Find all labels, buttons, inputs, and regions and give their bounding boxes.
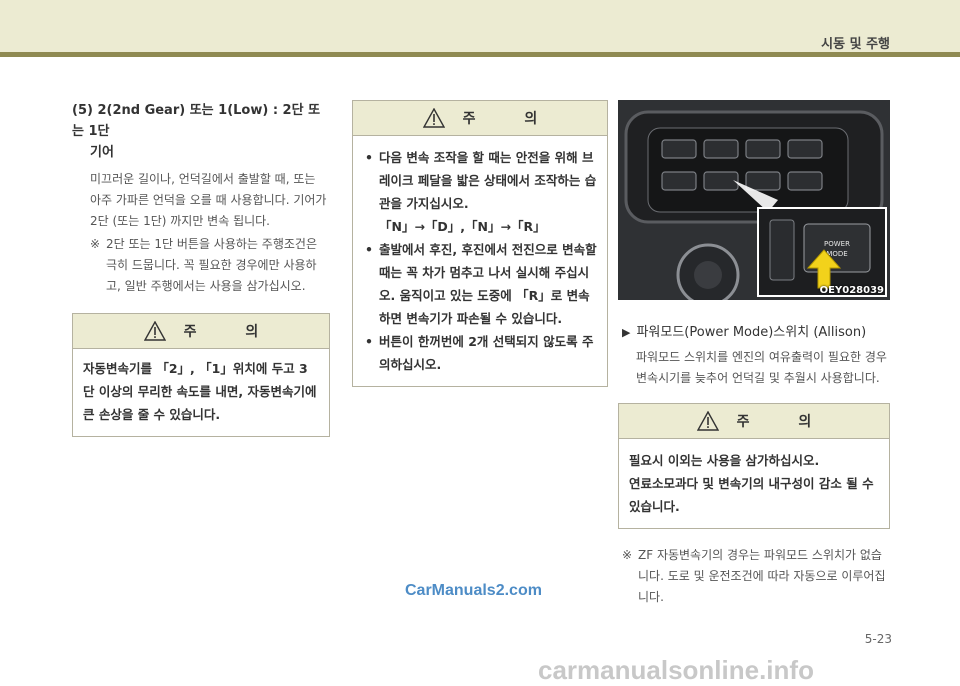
left-column: (5) 2(2nd Gear) 또는 1(Low) : 2단 또는 1단 기어 … bbox=[72, 100, 330, 437]
dashboard-photo: POWER MODE OEY028039 bbox=[618, 100, 890, 300]
note-text: 2단 또는 1단 버튼을 사용하는 주행조건은 극히 드뭅니다. 꼭 필요한 경… bbox=[106, 237, 317, 293]
header-band bbox=[0, 0, 960, 52]
subsection-title: 파워모드(Power Mode)스위치 (Allison) bbox=[636, 325, 867, 340]
warning-triangle-icon bbox=[143, 321, 166, 341]
caution-heading: 주 의 bbox=[462, 111, 560, 127]
caution-line1: 필요시 이외는 사용을 삼가하십시오. bbox=[629, 453, 820, 468]
middle-column: 주 의 다음 변속 조작을 할 때는 안전을 위해 브레이크 페달을 밟은 상태… bbox=[352, 100, 608, 387]
note-mark: ※ bbox=[90, 237, 101, 251]
photo-label: OEY028039 bbox=[819, 285, 884, 296]
chapter-title: 시동 및 주행 bbox=[821, 37, 890, 52]
right-column: POWER MODE OEY028039 ▶ 파워모드(Power Mode)스… bbox=[618, 100, 890, 608]
caution-list-item: 다음 변속 조작을 할 때는 안전을 위해 브레이크 페달을 밟은 상태에서 조… bbox=[363, 146, 597, 238]
dashboard-illustration: POWER MODE bbox=[618, 100, 890, 300]
caution-box-middle: 주 의 다음 변속 조작을 할 때는 안전을 위해 브레이크 페달을 밟은 상태… bbox=[352, 100, 608, 387]
header-rule bbox=[0, 52, 960, 57]
caution-body: 필요시 이외는 사용을 삼가하십시오. 연료소모과다 및 변속기의 내구성이 감… bbox=[619, 439, 889, 528]
caution-heading: 주 의 bbox=[183, 324, 281, 340]
note-mark: ※ bbox=[622, 548, 633, 562]
power-mode-label-1: POWER bbox=[824, 240, 850, 248]
warning-triangle-icon bbox=[696, 411, 719, 431]
caution-list-item: 출발에서 후진, 후진에서 전진으로 변속할 때는 꼭 차가 멈추고 나서 실시… bbox=[363, 238, 597, 330]
caution-header: 주 의 bbox=[73, 314, 329, 349]
caution-list-item: 버튼이 한꺼번에 2개 선택되지 않도록 주의하십시오. bbox=[363, 330, 597, 376]
caution-item-text: 버튼이 한꺼번에 2개 선택되지 않도록 주의하십시오. bbox=[379, 334, 594, 372]
subsection-heading: ▶ 파워모드(Power Mode)스위치 (Allison) bbox=[618, 322, 890, 343]
caution-box-right: 주 의 필요시 이외는 사용을 삼가하십시오. 연료소모과다 및 변속기의 내구… bbox=[618, 403, 890, 529]
caution-item-text: 다음 변속 조작을 할 때는 안전을 위해 브레이크 페달을 밟은 상태에서 조… bbox=[379, 150, 597, 211]
caution-body: 자동변속기를 「2」, 「1」위치에 두고 3단 이상의 무리한 속도를 내면,… bbox=[83, 361, 317, 422]
subsection-paragraph: 파워모드 스위치를 엔진의 여유출력이 필요한 경우 변속시기를 늦추어 언덕길… bbox=[636, 350, 887, 385]
warning-triangle-icon bbox=[422, 108, 445, 128]
note-text: ZF 자동변속기의 경우는 파워모드 스위치가 없습니다. 도로 및 운전조건에… bbox=[638, 548, 886, 604]
caution-heading: 주 의 bbox=[736, 414, 834, 430]
caution-header: 주 의 bbox=[353, 101, 607, 136]
caution-item-text: 출발에서 후진, 후진에서 전진으로 변속할 때는 꼭 차가 멈추고 나서 실시… bbox=[379, 242, 597, 326]
caution-list: 다음 변속 조작을 할 때는 안전을 위해 브레이크 페달을 밟은 상태에서 조… bbox=[363, 146, 597, 376]
section-note: ※ 2단 또는 1단 버튼을 사용하는 주행조건은 극히 드뭅니다. 꼭 필요한… bbox=[72, 234, 330, 297]
site-watermark[interactable]: CarManuals2.com bbox=[405, 582, 542, 600]
section-paragraph: 미끄러운 길이나, 언덕길에서 출발할 때, 또는 아주 가파른 언덕을 오를 … bbox=[90, 172, 327, 228]
page-number: 5-23 bbox=[864, 632, 892, 646]
shift-sequence: 「N」→「D」,「N」→「R」 bbox=[379, 219, 546, 234]
section-title: (5) 2(2nd Gear) 또는 1(Low) : 2단 또는 1단 기어 bbox=[72, 100, 330, 163]
caution-line2: 연료소모과다 및 변속기의 내구성이 감소 될 수 있습니다. bbox=[629, 476, 874, 514]
caution-box-left: 주 의 자동변속기를 「2」, 「1」위치에 두고 3단 이상의 무리한 속도를… bbox=[72, 313, 330, 437]
triangle-right-icon: ▶ bbox=[622, 326, 631, 339]
caution-body: 다음 변속 조작을 할 때는 안전을 위해 브레이크 페달을 밟은 상태에서 조… bbox=[353, 136, 607, 386]
section-title-line2: 기어 bbox=[90, 145, 114, 160]
footer-watermark: carmanualsonline.info bbox=[538, 655, 814, 685]
section-title-line1: (5) 2(2nd Gear) 또는 1(Low) : 2단 또는 1단 bbox=[72, 103, 321, 139]
footnote: ※ ZF 자동변속기의 경우는 파워모드 스위치가 없습니다. 도로 및 운전조… bbox=[618, 545, 890, 608]
caution-header: 주 의 bbox=[619, 404, 889, 439]
